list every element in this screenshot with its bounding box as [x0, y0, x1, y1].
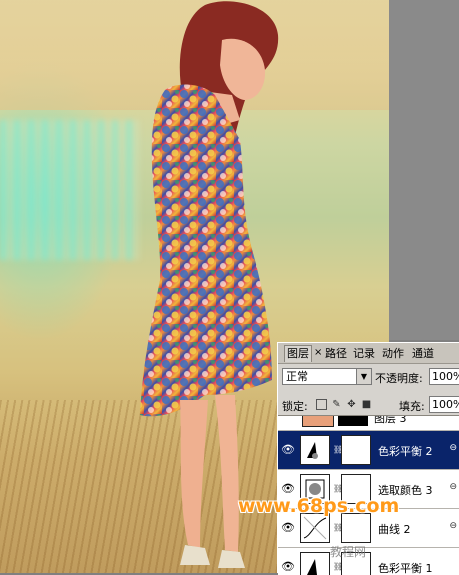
- link-chain-icon: ⊖: [449, 482, 457, 492]
- link-icon[interactable]: ⛓: [333, 484, 343, 494]
- eye-icon[interactable]: 👁: [281, 482, 295, 496]
- eye-icon[interactable]: 👁: [281, 443, 295, 457]
- curves-icon: [300, 513, 330, 543]
- close-icon[interactable]: ×: [314, 347, 322, 358]
- layer-name: 色彩平衡 2: [378, 445, 433, 458]
- layer-mask-thumbnail: [338, 416, 368, 426]
- layer-row[interactable]: 图层 3: [278, 416, 459, 431]
- fill-input[interactable]: 100%: [429, 396, 459, 413]
- eye-icon[interactable]: 👁: [281, 560, 295, 574]
- canvas-background: [389, 0, 459, 340]
- lock-move-icon[interactable]: ✥: [346, 399, 357, 410]
- layers-panel: 图层 × 路径 记录 动作 通道 正常 ▼ 不透明度: 100% 锁定: ✎ ✥…: [277, 342, 459, 575]
- layer-mask-thumbnail[interactable]: [341, 513, 371, 543]
- opacity-input[interactable]: 100%: [429, 368, 459, 385]
- fill-label: 填充:: [399, 400, 425, 413]
- lock-transparent-icon[interactable]: [316, 399, 327, 410]
- blend-mode-value: 正常: [286, 370, 308, 383]
- layer-mask-thumbnail[interactable]: [341, 435, 371, 465]
- tab-actions[interactable]: 动作: [382, 346, 404, 362]
- layer-row[interactable]: 👁 ⛓ 色彩平衡 2 ⊖: [278, 431, 459, 470]
- tab-layers[interactable]: 图层: [284, 345, 312, 362]
- lock-all-icon[interactable]: ■: [361, 399, 372, 410]
- layer-thumbnail: [302, 416, 334, 427]
- panel-tab-bar: 图层 × 路径 记录 动作 通道: [278, 343, 459, 364]
- link-icon[interactable]: ⛓: [333, 562, 343, 572]
- tab-history[interactable]: 记录: [353, 346, 375, 362]
- eye-icon[interactable]: 👁: [281, 521, 295, 535]
- link-chain-icon: ⊖: [449, 443, 457, 453]
- balance-icon: [300, 435, 330, 465]
- balance-icon: [300, 552, 330, 575]
- watermark-secondary: 教程网: [330, 545, 367, 559]
- layer-row[interactable]: 👁 ⛓ 色彩平衡 1: [278, 548, 459, 575]
- link-icon[interactable]: ⛓: [333, 445, 343, 455]
- layer-name: 图层 3: [374, 415, 407, 425]
- opacity-label: 不透明度:: [375, 372, 423, 385]
- link-icon[interactable]: ⛓: [333, 523, 343, 533]
- link-chain-icon: ⊖: [449, 521, 457, 531]
- chevron-down-icon[interactable]: ▼: [356, 369, 371, 384]
- watermark: www.68ps.com: [238, 495, 400, 517]
- tab-paths[interactable]: 路径: [325, 346, 347, 362]
- lock-brush-icon[interactable]: ✎: [331, 399, 342, 410]
- lock-label: 锁定:: [282, 400, 308, 413]
- layer-name: 曲线 2: [378, 523, 411, 536]
- tab-channels[interactable]: 通道: [412, 346, 434, 362]
- blend-mode-select[interactable]: 正常 ▼: [282, 368, 372, 385]
